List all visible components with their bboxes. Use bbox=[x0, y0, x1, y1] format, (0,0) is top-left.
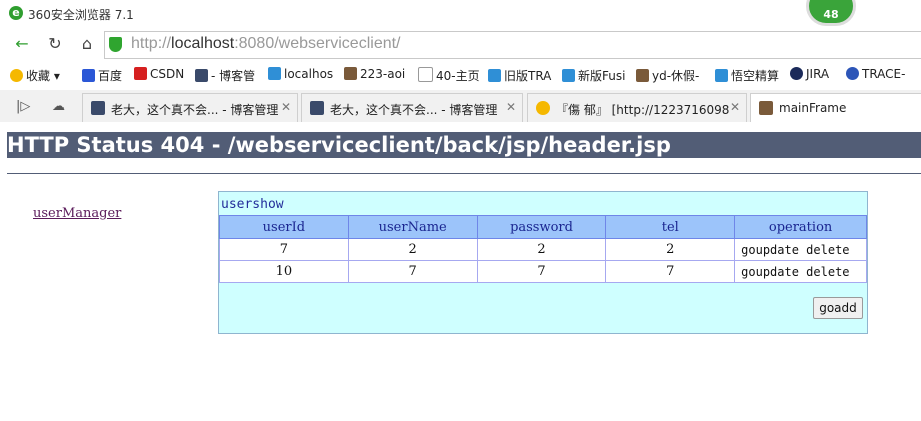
chevron-down-icon[interactable]: ▾ bbox=[54, 69, 60, 83]
close-icon[interactable]: ✕ bbox=[506, 100, 516, 114]
page-content: HTTP Status 404 - /webserviceclient/back… bbox=[0, 122, 921, 421]
column-header: operation bbox=[734, 215, 867, 239]
divider bbox=[7, 173, 921, 174]
table-row: 10 7 7 7 goupdate delete bbox=[219, 260, 867, 283]
refresh-icon[interactable]: ↻ bbox=[45, 34, 65, 54]
address-row: ← ↻ ⌂ http://localhost:8080/webservicecl… bbox=[0, 28, 921, 60]
bookmark-item[interactable]: 223-aoi bbox=[344, 67, 405, 81]
address-bar[interactable]: http://localhost:8080/webserviceclient/ bbox=[104, 31, 921, 59]
back-arrow-icon[interactable]: ← bbox=[12, 34, 32, 54]
bookmark-item[interactable]: JIRA bbox=[790, 67, 829, 81]
bookmark-item[interactable]: 旧版TRA bbox=[488, 67, 551, 84]
panel-caption: usershow bbox=[221, 197, 284, 212]
cell-user-name: 2 bbox=[347, 238, 478, 261]
cell-password: 2 bbox=[476, 238, 607, 261]
image-icon bbox=[344, 67, 357, 80]
error-heading: HTTP Status 404 - /webserviceclient/back… bbox=[7, 132, 921, 158]
cell-user-id: 7 bbox=[219, 238, 349, 261]
browser-logo-icon: e bbox=[9, 6, 23, 20]
column-header: userId bbox=[219, 215, 349, 239]
sidebar-toggle-icon[interactable]: |▷ bbox=[16, 99, 30, 114]
title-bar: e 360安全浏览器 7.1 48 bbox=[0, 0, 921, 28]
bookmark-item[interactable]: 40-主页 bbox=[418, 67, 480, 84]
site-icon bbox=[268, 67, 281, 80]
csdn-icon bbox=[134, 67, 147, 80]
blog-icon bbox=[195, 69, 208, 82]
baidu-icon bbox=[82, 69, 95, 82]
star-icon bbox=[10, 69, 23, 82]
cell-tel: 2 bbox=[605, 238, 736, 261]
blog-icon bbox=[310, 101, 324, 115]
bookmark-item[interactable]: - 博客管 bbox=[195, 67, 255, 84]
site-icon bbox=[488, 69, 501, 82]
cell-operation: goupdate delete bbox=[734, 238, 867, 261]
tab-blog-1[interactable]: 老大，这个真不会... - 博客管理 ✕ bbox=[82, 93, 298, 122]
cell-password: 7 bbox=[476, 260, 607, 283]
home-icon[interactable]: ⌂ bbox=[77, 34, 97, 54]
user-manager-link[interactable]: userManager bbox=[33, 206, 121, 221]
security-shield-icon bbox=[109, 37, 122, 52]
cell-user-name: 7 bbox=[347, 260, 478, 283]
url-text[interactable]: http://localhost:8080/webserviceclient/ bbox=[131, 35, 401, 53]
trace-icon bbox=[846, 67, 859, 80]
bookmark-item[interactable]: yd-休假- bbox=[636, 67, 699, 84]
tab-mainframe[interactable]: mainFrame bbox=[750, 93, 921, 123]
bookmark-item[interactable]: 新版Fusi bbox=[562, 67, 625, 84]
goupdate-link[interactable]: goupdate bbox=[741, 265, 799, 279]
bookmark-item[interactable]: CSDN bbox=[134, 67, 184, 81]
bookmark-item[interactable]: localhos bbox=[268, 67, 333, 81]
cell-operation: goupdate delete bbox=[734, 260, 867, 283]
column-header: userName bbox=[347, 215, 478, 239]
bookmark-item[interactable]: TRACE- bbox=[846, 67, 905, 81]
bookmark-favorites[interactable]: 收藏 ▾ bbox=[10, 67, 60, 84]
bookmark-item[interactable]: 百度 bbox=[82, 67, 122, 84]
cloud-icon[interactable]: ☁ bbox=[52, 99, 65, 114]
delete-link[interactable]: delete bbox=[806, 243, 849, 257]
goadd-button[interactable]: goadd bbox=[813, 297, 863, 319]
window-title: 360安全浏览器 7.1 bbox=[28, 8, 134, 22]
site-icon bbox=[715, 69, 728, 82]
tab-strip: |▷ ☁ 老大，这个真不会... - 博客管理 ✕ 老大，这个真不会... - … bbox=[0, 90, 921, 123]
user-table: userId userName password tel operation 7… bbox=[219, 215, 867, 283]
bookmarks-bar: 收藏 ▾ 百度 CSDN - 博客管 localhos 223-aoi 40-主… bbox=[0, 60, 921, 90]
jira-icon bbox=[790, 67, 803, 80]
page-icon bbox=[418, 67, 433, 82]
tab-blog-2[interactable]: 老大，这个真不会... - 博客管理 ✕ bbox=[301, 93, 523, 122]
close-icon[interactable]: ✕ bbox=[730, 100, 740, 114]
column-header: tel bbox=[605, 215, 736, 239]
column-header: password bbox=[476, 215, 607, 239]
bookmark-item[interactable]: 悟空精算 bbox=[715, 67, 779, 84]
usershow-panel: usershow userId userName password tel op… bbox=[218, 191, 868, 334]
cell-tel: 7 bbox=[605, 260, 736, 283]
image-icon bbox=[636, 69, 649, 82]
close-icon[interactable]: ✕ bbox=[281, 100, 291, 114]
cell-user-id: 10 bbox=[219, 260, 349, 283]
blog-icon bbox=[91, 101, 105, 115]
site-icon bbox=[562, 69, 575, 82]
table-row: 7 2 2 2 goupdate delete bbox=[219, 238, 867, 261]
star-icon bbox=[536, 101, 550, 115]
notification-badge[interactable]: 48 bbox=[806, 0, 856, 26]
table-header-row: userId userName password tel operation bbox=[219, 215, 867, 239]
image-icon bbox=[759, 101, 773, 115]
delete-link[interactable]: delete bbox=[806, 265, 849, 279]
goupdate-link[interactable]: goupdate bbox=[741, 243, 799, 257]
tab-space[interactable]: 『傷 郁』 [http://1223716098 ✕ bbox=[527, 93, 747, 122]
